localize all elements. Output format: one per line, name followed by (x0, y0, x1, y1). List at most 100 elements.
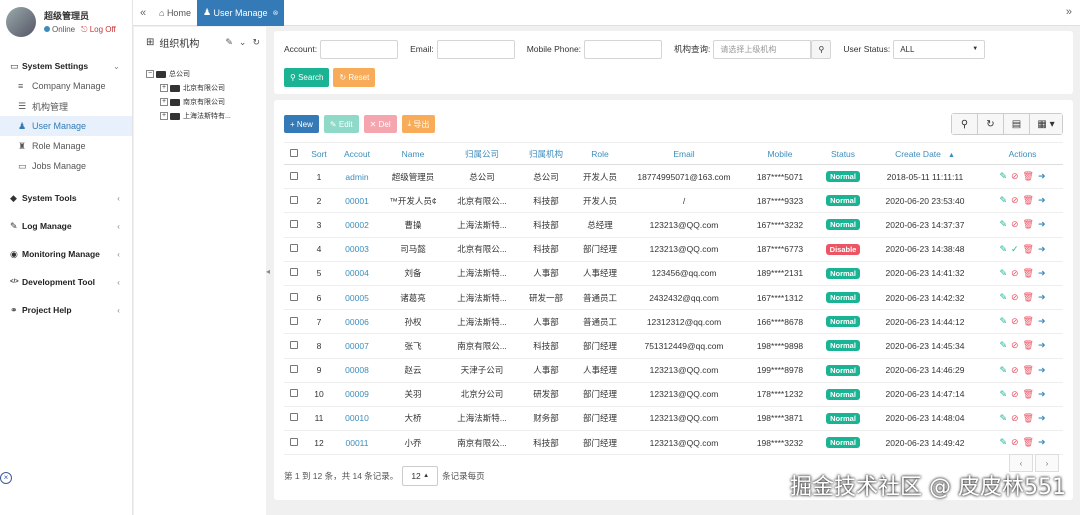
row-checkbox[interactable] (284, 333, 304, 359)
trash-icon[interactable]: 🗑 (1023, 437, 1034, 448)
row-checkbox[interactable] (284, 309, 304, 335)
table-row[interactable]: 10 00009 关羽 北京分公司 研发部 部门经理 123213@QQ.com 178***… (284, 382, 1063, 407)
org-search-button[interactable]: ⚲ (811, 39, 832, 59)
tabs-scroll-right-icon[interactable]: » (1066, 6, 1072, 18)
table-row[interactable]: 7 00006 孙权 上海法斯特... 人事部 普通员工 12312312@qq.com 16… (284, 309, 1063, 335)
export-button[interactable]: ⤓ 导出 (401, 115, 436, 133)
row-checkbox[interactable] (284, 212, 304, 238)
more-circle-icon[interactable]: ➜ (1038, 365, 1046, 376)
row-checkbox[interactable] (284, 406, 304, 432)
table-row[interactable]: 1 admin 超级管理员 总公司 总公司 开发人员 18774995071@163.com… (284, 164, 1063, 190)
more-circle-icon[interactable]: ➜ (1038, 244, 1046, 255)
trash-icon[interactable]: 🗑 (1023, 292, 1034, 303)
menu-system-settings[interactable]: ▭ System Settings ⌄ (0, 56, 132, 76)
collapse-icon[interactable]: − (146, 70, 154, 78)
menu-project-help[interactable]: ⚭ Project Help ‹ (0, 296, 132, 324)
toggle-view-icon[interactable]: ▤ (1004, 114, 1030, 134)
col-account[interactable]: Accout (334, 142, 380, 165)
edit-icon[interactable]: ✎ (225, 37, 233, 48)
close-tab-icon[interactable]: ⊗ (273, 9, 279, 17)
columns-icon[interactable]: ▦ ▾ (1030, 114, 1062, 134)
trash-icon[interactable]: 🗑 (1023, 244, 1034, 255)
sidebar-item-jobs-manage[interactable]: ▭ Jobs Manage (0, 156, 132, 176)
cell-account-link[interactable]: 00011 (334, 430, 380, 456)
status-select[interactable]: ALL ▼ (893, 39, 986, 59)
cell-account-link[interactable]: 00008 (334, 358, 380, 383)
edit-icon[interactable]: ✎ (999, 365, 1007, 376)
cell-account-link[interactable]: 00010 (334, 406, 380, 432)
table-row[interactable]: 8 00007 张飞 南京有限公... 科技部 部门经理 751312449@qq.com 1… (284, 333, 1063, 359)
logoff-link[interactable]: ⎋ Log Off (81, 25, 116, 35)
cell-account-link[interactable]: 00004 (334, 261, 380, 286)
tabs-scroll-left-icon[interactable]: « (133, 7, 153, 19)
tab-user-manage[interactable]: ♟ User Manage ⊗ (196, 0, 285, 26)
sidebar-item-org-manage[interactable]: ☰ 机构管理 (0, 96, 132, 116)
sidebar-item-role-manage[interactable]: ♜ Role Manage (0, 136, 132, 156)
table-row[interactable]: 12 00011 小乔 南京有限公... 科技部 部门经理 123213@QQ.com 198… (284, 430, 1063, 456)
search-button[interactable]: ⚲ Search (284, 67, 330, 87)
edit-icon[interactable]: ✎ (999, 268, 1007, 279)
ban-icon[interactable]: ⊘ (1011, 292, 1019, 303)
edit-icon[interactable]: ✎ (999, 244, 1007, 255)
more-circle-icon[interactable]: ➜ (1038, 292, 1046, 303)
expand-icon[interactable]: + (160, 84, 168, 92)
col-company[interactable]: 归属公司 (446, 142, 518, 165)
cell-account-link[interactable]: 00007 (334, 333, 380, 359)
menu-system-tools[interactable]: ◆ System Tools ‹ (0, 184, 132, 212)
edit-icon[interactable]: ✎ (999, 437, 1007, 448)
expand-icon[interactable]: + (160, 98, 168, 106)
tree-node[interactable]: + 南京有限公司 (146, 95, 266, 109)
more-circle-icon[interactable]: ➜ (1038, 413, 1046, 424)
ban-icon[interactable]: ⊘ (1011, 268, 1019, 279)
ban-icon[interactable]: ⊘ (1011, 195, 1019, 206)
edit-icon[interactable]: ✎ (999, 413, 1007, 424)
more-circle-icon[interactable]: ➜ (1038, 268, 1046, 279)
edit-icon[interactable]: ✎ (999, 171, 1007, 182)
sidebar-item-user-manage[interactable]: ♟ User Manage (0, 116, 132, 136)
more-circle-icon[interactable]: ➜ (1038, 389, 1046, 400)
table-row[interactable]: 6 00005 诸葛亮 上海法斯特... 研发一部 普通员工 2432432@qq.com 1… (284, 285, 1063, 311)
reset-button[interactable]: ↻ Reset (333, 67, 376, 87)
trash-icon[interactable]: 🗑 (1023, 195, 1034, 206)
cell-account-link[interactable]: 00009 (334, 382, 380, 407)
select-all-checkbox[interactable] (284, 142, 304, 165)
edit-icon[interactable]: ✎ (999, 389, 1007, 400)
ban-icon[interactable]: ⊘ (1011, 219, 1019, 230)
panel-splitter[interactable]: ◂ (266, 267, 272, 287)
table-row[interactable]: 11 00010 大桥 上海法斯特... 财务部 部门经理 123213@QQ.com 198… (284, 406, 1063, 432)
row-checkbox[interactable] (284, 237, 304, 262)
col-mobile[interactable]: Mobile (742, 142, 818, 165)
trash-icon[interactable]: 🗑 (1023, 268, 1034, 279)
table-row[interactable]: 9 00008 赵云 天津子公司 人事部 人事经理 123213@QQ.com 199****… (284, 358, 1063, 383)
avatar[interactable] (6, 7, 36, 37)
ban-icon[interactable]: ⊘ (1011, 365, 1019, 376)
table-row[interactable]: 5 00004 刘备 上海法斯特... 人事部 人事经理 123456@qq.com 189*… (284, 261, 1063, 286)
col-role[interactable]: Role (574, 142, 626, 165)
edit-icon[interactable]: ✎ (999, 340, 1007, 351)
cell-account-link[interactable]: 00005 (334, 285, 380, 311)
edit-icon[interactable]: ✎ (999, 195, 1007, 206)
table-row[interactable]: 4 00003 司马懿 北京有限公... 科技部 部门经理 123213@QQ.com 187… (284, 237, 1063, 262)
page-size-select[interactable]: 12 ▲ (402, 466, 439, 487)
search-icon[interactable]: ⚲ (952, 114, 978, 134)
edit-icon[interactable]: ✎ (999, 292, 1007, 303)
more-circle-icon[interactable]: ➜ (1038, 316, 1046, 327)
more-circle-icon[interactable]: ➜ (1038, 195, 1046, 206)
col-status[interactable]: Status (818, 142, 868, 165)
refresh-icon[interactable]: ↻ (978, 114, 1004, 134)
more-circle-icon[interactable]: ➜ (1038, 340, 1046, 351)
menu-monitoring-manage[interactable]: ◉ Monitoring Manage ‹ (0, 240, 132, 268)
cell-account-link[interactable]: 00006 (334, 309, 380, 335)
row-checkbox[interactable] (284, 188, 304, 214)
ban-icon[interactable]: ⊘ (1011, 437, 1019, 448)
menu-log-manage[interactable]: ✎ Log Manage ‹ (0, 212, 132, 240)
ban-icon[interactable]: ⊘ (1011, 171, 1019, 182)
check-circle-icon[interactable]: ✓ (1011, 244, 1019, 255)
tree-node[interactable]: + 上海法斯特有... (146, 109, 266, 123)
tree-node-root[interactable]: − 总公司 (146, 67, 266, 81)
col-name[interactable]: Name (380, 142, 446, 165)
account-input[interactable] (320, 39, 399, 59)
phone-input[interactable] (584, 39, 663, 59)
row-checkbox[interactable] (284, 285, 304, 311)
edit-button[interactable]: ✎ Edit (323, 115, 359, 133)
